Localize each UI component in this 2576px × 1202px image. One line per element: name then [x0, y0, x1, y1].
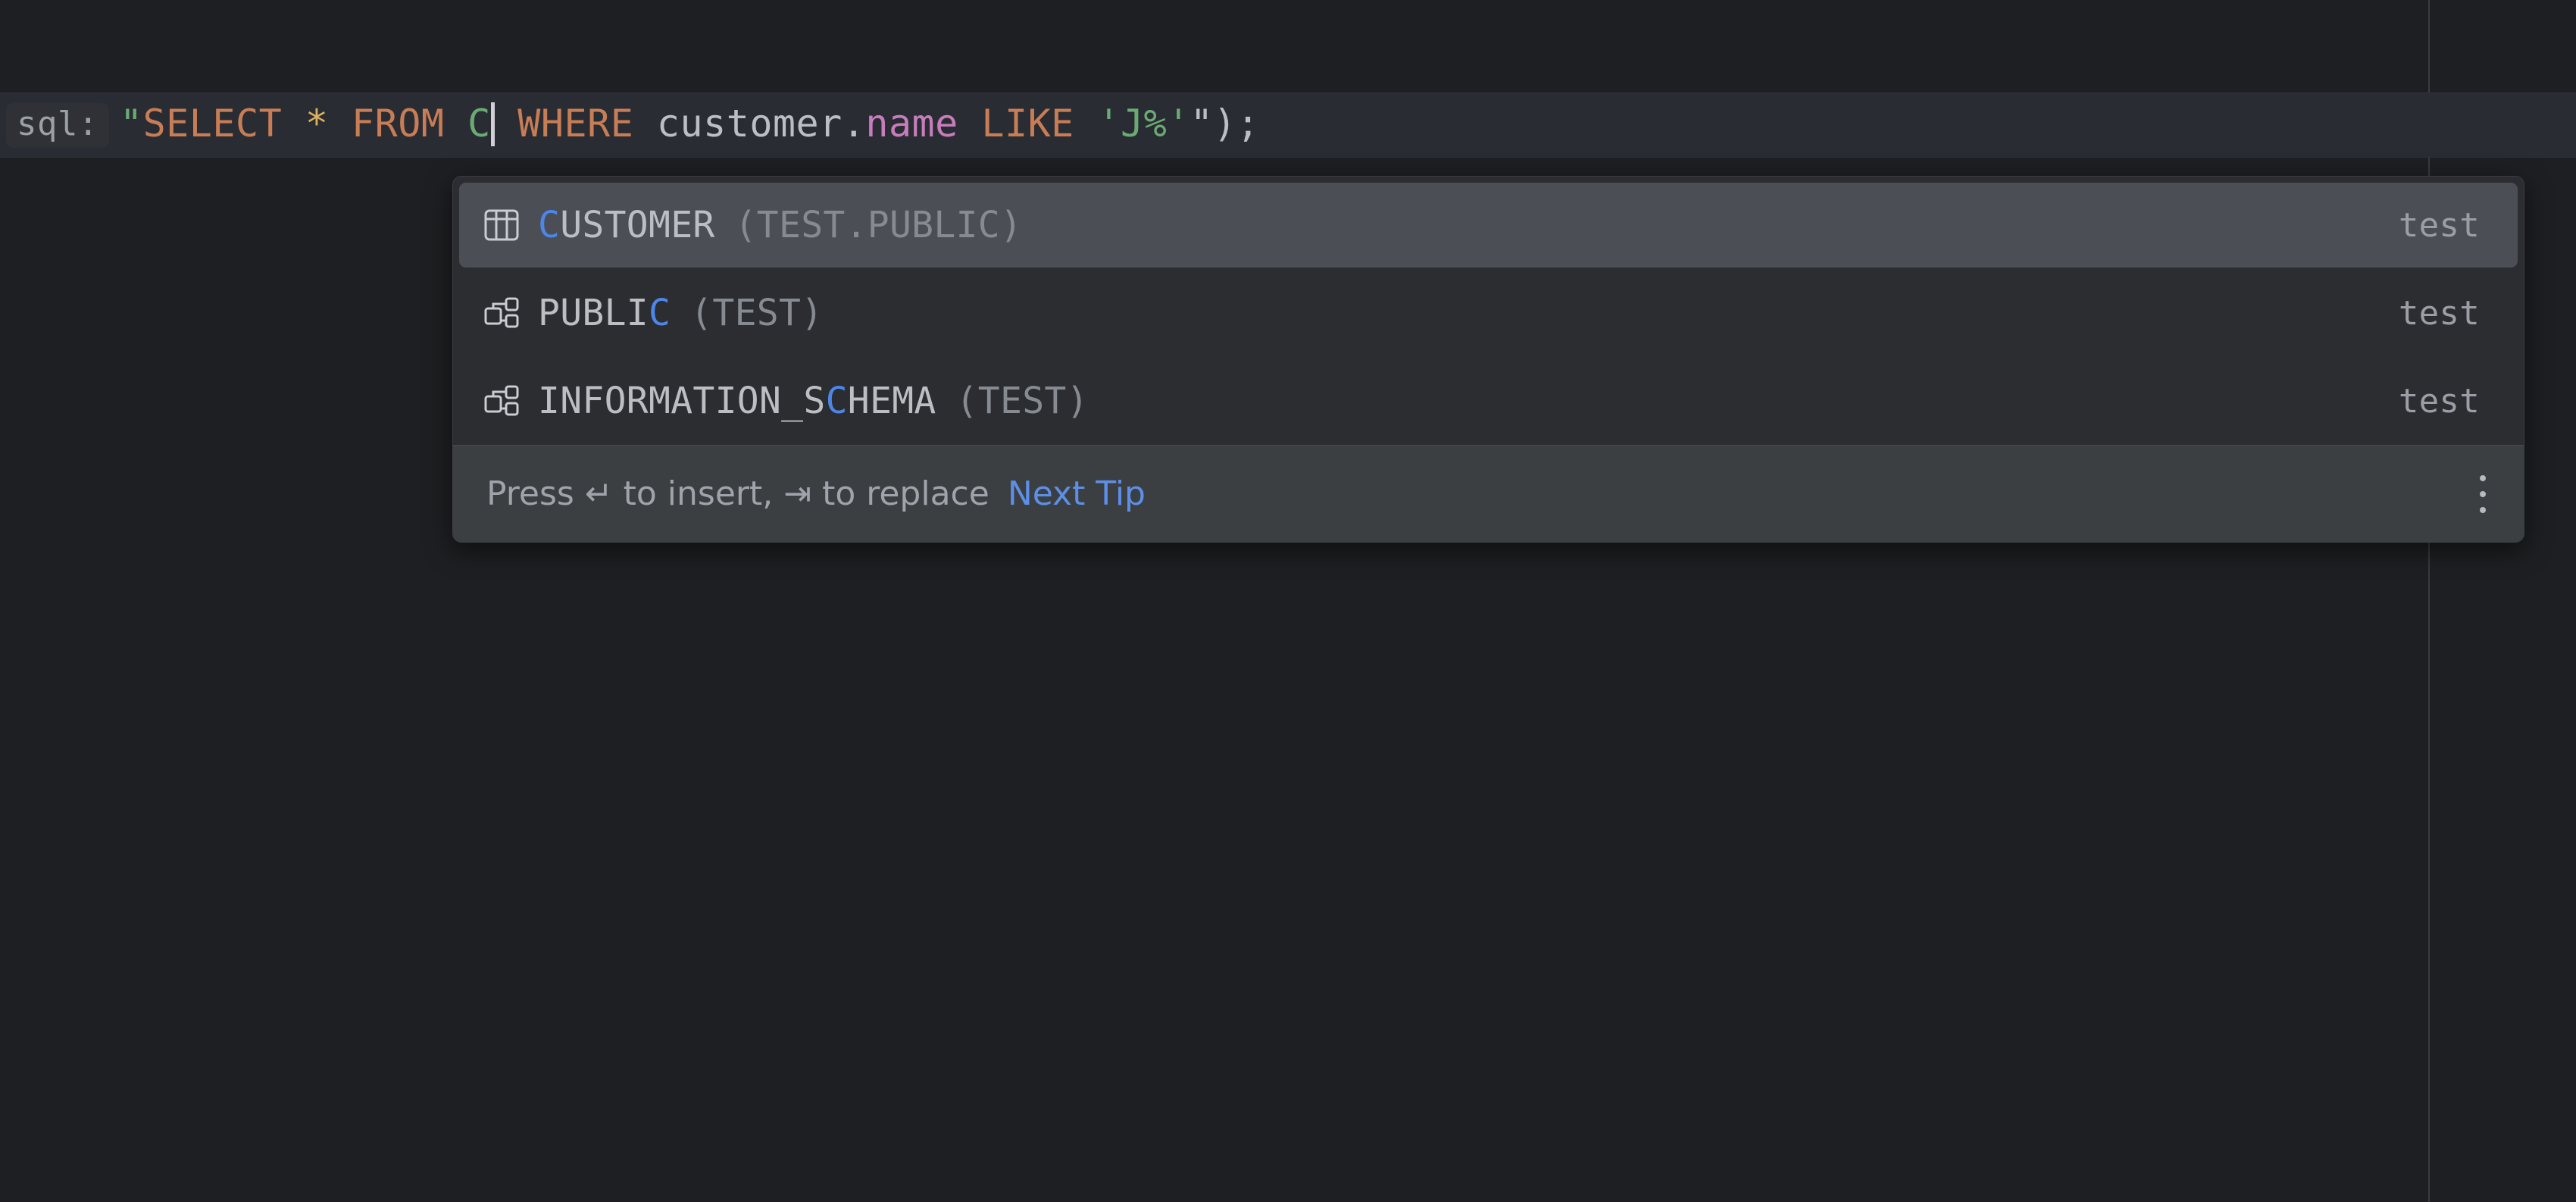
completion-popup-footer: Press ↵ to insert, ⇥ to replace Next Tip — [453, 445, 2524, 542]
completion-item-datasource: test — [2398, 381, 2480, 421]
schema-icon — [482, 381, 521, 421]
code-token: " — [119, 102, 143, 146]
completion-item-qualifier: (TEST) — [955, 380, 1089, 422]
completion-item[interactable]: CUSTOMER (TEST.PUBLIC) test — [453, 181, 2524, 269]
code-editor[interactable]: sql: "SELECT * FROM C WHERE customer.nam… — [0, 0, 2576, 1202]
completion-item[interactable]: INFORMATION_SCHEMA (TEST) test — [453, 357, 2524, 445]
code-token: WHERE — [517, 102, 634, 146]
completion-item-content: INFORMATION_SCHEMA (TEST) test — [471, 380, 2501, 422]
completion-item-content: PUBLIC (TEST) test — [471, 292, 2501, 334]
completion-item-qualifier: (TEST) — [690, 292, 824, 334]
code-token: SELECT — [142, 102, 283, 146]
code-token: FROM — [352, 102, 445, 146]
schema-icon — [482, 293, 521, 333]
completion-item[interactable]: PUBLIC (TEST) test — [453, 269, 2524, 357]
language-injection-chip: sql: — [6, 102, 109, 148]
code-completion-popup[interactable]: CUSTOMER (TEST.PUBLIC) test PUBLIC (TEST) tes… — [452, 176, 2524, 543]
sql-code-text: "SELECT * FROM C WHERE customer.name LIK… — [120, 102, 1260, 149]
code-token: C — [467, 102, 491, 146]
completion-hint-text: Press ↵ to insert, ⇥ to replace — [486, 474, 989, 513]
code-token: " — [1190, 102, 1214, 146]
completion-item-datasource: test — [2398, 205, 2480, 245]
code-token: name — [865, 102, 958, 146]
code-token: LIKE — [981, 102, 1074, 146]
code-token: * — [305, 102, 329, 146]
completion-item-label: INFORMATION_SCHEMA — [538, 380, 936, 422]
text-caret — [490, 102, 495, 146]
completion-match-highlight: C — [825, 380, 848, 422]
completion-match-highlight: C — [649, 292, 671, 334]
completion-item-content: CUSTOMER (TEST.PUBLIC) test — [471, 204, 2501, 246]
code-token: customer — [656, 102, 843, 146]
completion-item-datasource: test — [2398, 293, 2480, 333]
code-line[interactable]: sql: "SELECT * FROM C WHERE customer.nam… — [0, 92, 1260, 158]
code-token: ); — [1213, 102, 1260, 146]
completion-item-list[interactable]: CUSTOMER (TEST.PUBLIC) test PUBLIC (TEST) tes… — [453, 177, 2524, 445]
kebab-menu-icon[interactable] — [2468, 471, 2498, 518]
code-token: . — [842, 102, 866, 146]
next-tip-link[interactable]: Next Tip — [1008, 474, 1146, 513]
completion-item-label: CUSTOMER — [538, 204, 715, 246]
completion-match-highlight: C — [538, 204, 561, 246]
table-icon — [482, 205, 521, 245]
completion-item-qualifier: (TEST.PUBLIC) — [734, 204, 1023, 246]
code-token: 'J%' — [1097, 102, 1190, 146]
completion-item-label: PUBLIC — [538, 292, 671, 334]
